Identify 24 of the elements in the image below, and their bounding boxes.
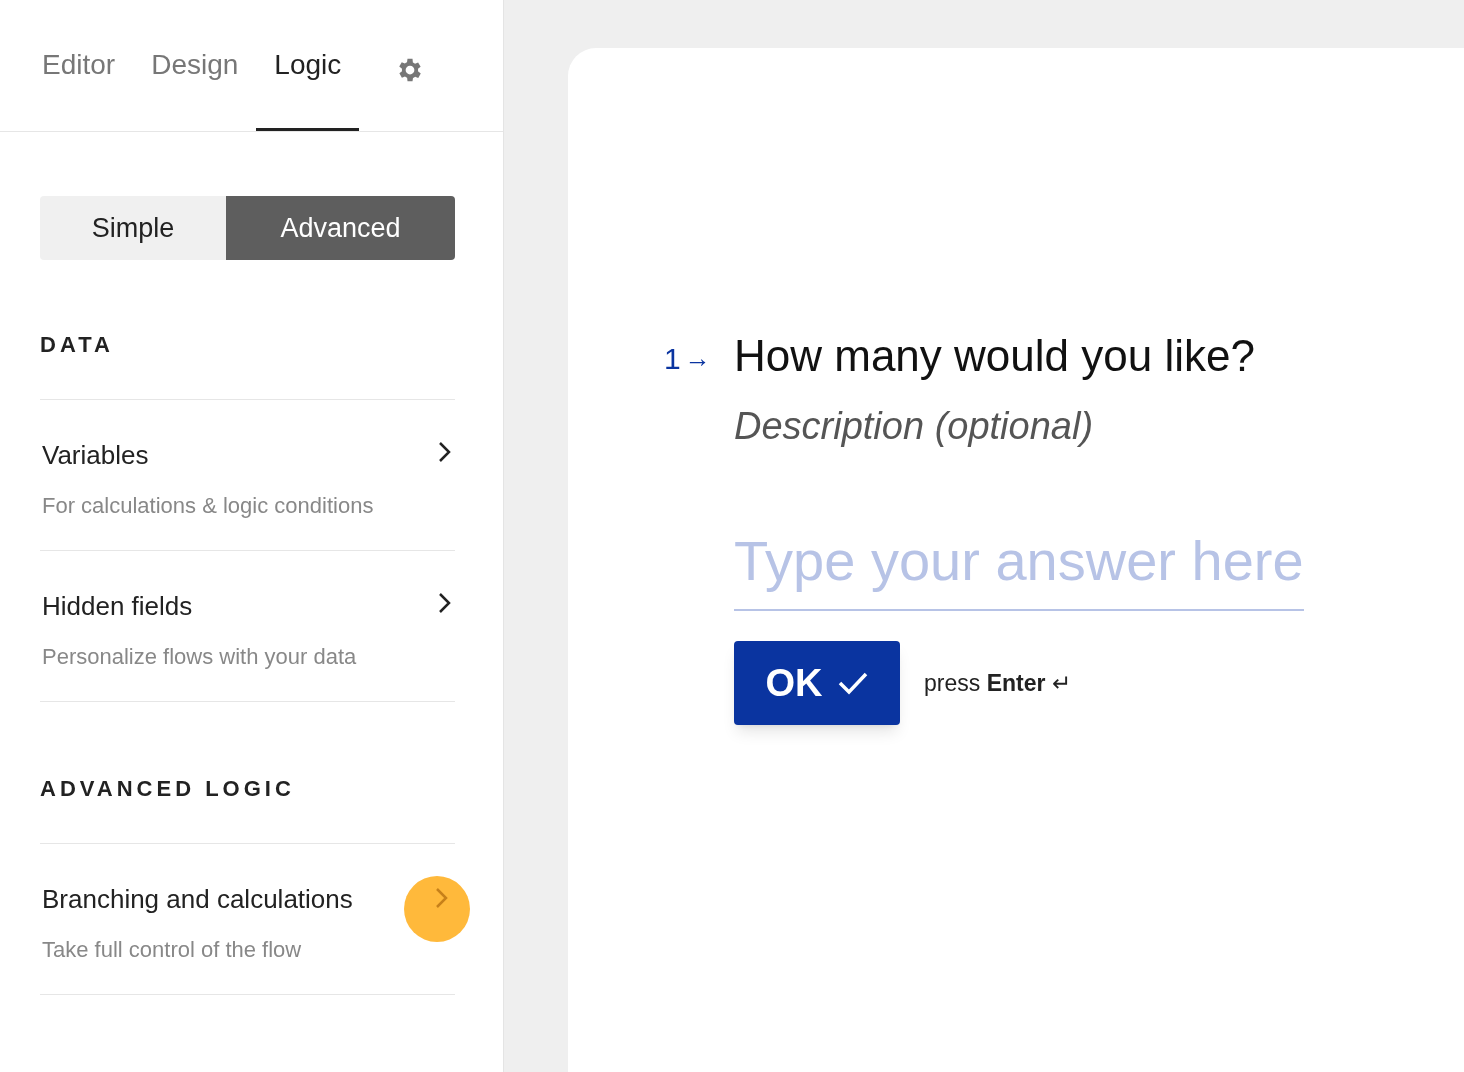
chevron-right-icon: [437, 440, 451, 464]
item-subtitle: Personalize flows with your data: [42, 643, 357, 671]
ok-button[interactable]: OK: [734, 641, 900, 725]
section-heading: DATA: [40, 328, 455, 400]
arrow-icon: →: [684, 339, 711, 378]
item-title: Hidden fields: [42, 590, 193, 623]
tab[interactable]: Editor: [24, 44, 134, 131]
chevron-right-icon: [437, 591, 451, 615]
item-title: Branching and calculations: [42, 883, 353, 916]
tab[interactable]: Logic: [256, 44, 360, 131]
item-subtitle: For calculations & logic conditions: [42, 492, 374, 520]
question-description: Description (optional): [734, 404, 1095, 449]
check-icon: [836, 670, 869, 696]
question-number: 1: [664, 341, 681, 377]
mode-toggle-option[interactable]: Advanced: [226, 196, 455, 260]
answer-field[interactable]: Type your answer here: [734, 519, 1304, 611]
chevron-right-icon: [434, 886, 448, 910]
tab[interactable]: Design: [133, 44, 257, 131]
question-title: How many would you like?: [734, 330, 1256, 382]
section-heading: ADVANCED LOGIC: [40, 772, 455, 844]
item-subtitle: Take full control of the flow: [42, 936, 302, 964]
enter-hint: press Enter ↵: [924, 668, 1071, 698]
mode-toggle-option[interactable]: Simple: [40, 196, 226, 260]
item-title: Variables: [42, 439, 149, 472]
